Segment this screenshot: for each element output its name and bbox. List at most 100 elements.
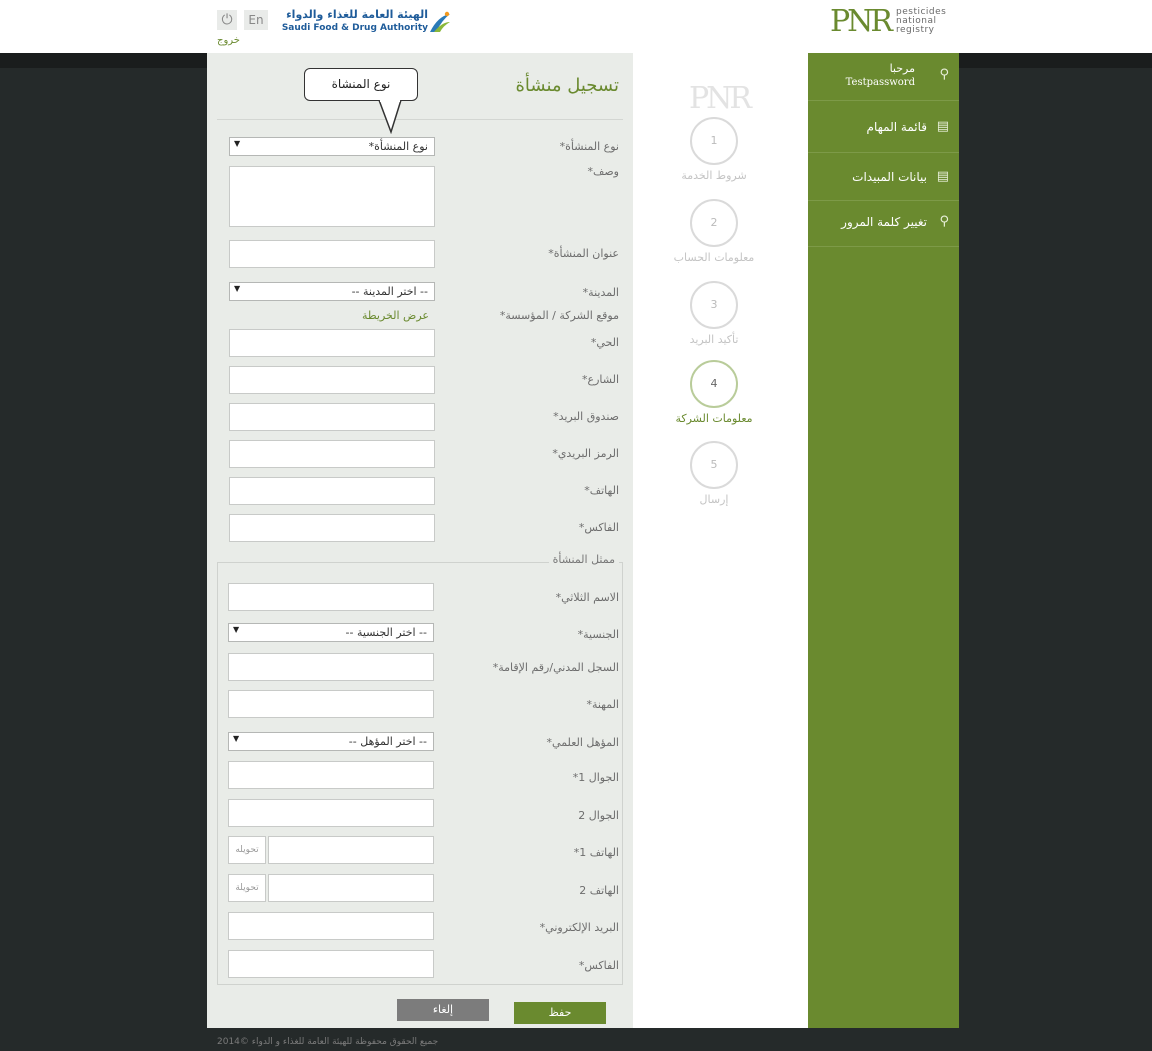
key-icon: ⚲ xyxy=(939,67,949,82)
list-icon: ▤ xyxy=(936,119,949,134)
page-title: تسجيل منشأة xyxy=(515,75,619,96)
facility-type-label: نوع المنشأة* xyxy=(559,140,619,153)
chevron-down-icon: ▼ xyxy=(233,734,240,743)
rep-name-input[interactable] xyxy=(228,583,434,611)
city-value: -- اختر المدينة -- xyxy=(351,285,428,298)
step-2-label: معلومات الحساب xyxy=(673,251,755,264)
postal-code-label: الرمز البريدي* xyxy=(552,447,619,460)
username: Testpassword xyxy=(845,77,915,88)
city-label: المدينة* xyxy=(582,286,619,299)
tooltip-pointer xyxy=(378,100,402,134)
qualification-select[interactable]: -- اختر المؤهل -- ▼ xyxy=(228,732,434,751)
fax-input[interactable] xyxy=(229,514,435,542)
occupation-label: المهنة* xyxy=(586,698,619,711)
postal-code-input[interactable] xyxy=(229,440,435,468)
mobile1-label: الجوال 1* xyxy=(572,771,619,784)
fax-label: الفاكس* xyxy=(578,521,619,534)
step-4-label: معلومات الشركة xyxy=(675,412,753,425)
po-box-label: صندوق البريد* xyxy=(553,410,619,423)
mobile2-label: الجوال 2 xyxy=(578,809,619,822)
chevron-down-icon: ▼ xyxy=(233,625,240,634)
power-icon[interactable]: ⏻ xyxy=(217,10,237,30)
tooltip: نوع المنشاة xyxy=(304,68,418,101)
rep-fax-input[interactable] xyxy=(228,950,434,978)
nationality-select[interactable]: -- اختر الجنسية -- ▼ xyxy=(228,623,434,642)
sidebar-item-label: تغيير كلمة المرور xyxy=(841,215,927,229)
sfda-mark-icon xyxy=(430,11,450,32)
city-select[interactable]: -- اختر المدينة -- ▼ xyxy=(229,282,435,301)
language-toggle[interactable]: En xyxy=(244,10,268,30)
map-link[interactable]: عرض الخريطة xyxy=(362,309,429,322)
phone2-extension-input[interactable]: تحويلة xyxy=(228,874,266,902)
phone2-input[interactable] xyxy=(268,874,434,902)
step-5-label: إرسال xyxy=(699,493,729,506)
address-label: عنوان المنشأة* xyxy=(548,247,619,260)
top-header xyxy=(0,0,1152,53)
cancel-button[interactable]: إلغاء xyxy=(397,999,489,1021)
key-icon: ⚲ xyxy=(939,214,949,229)
sfda-name-ar: الهيئة العامة للغذاء والدواء xyxy=(286,8,428,21)
step-2-circle: 2 xyxy=(690,199,738,247)
sidebar: ⚲ مرحبا Testpassword ▤ قائمة المهام ▤ بي… xyxy=(808,53,959,1028)
address-input[interactable] xyxy=(229,240,435,268)
footer-copyright: جميع الحقوق محفوظة للهيئة العامة للغذاء … xyxy=(217,1037,439,1047)
facility-type-select[interactable]: نوع المنشأة* ▼ xyxy=(229,137,435,156)
street-input[interactable] xyxy=(229,366,435,394)
po-box-input[interactable] xyxy=(229,403,435,431)
list-icon: ▤ xyxy=(936,169,949,184)
email-label: البريد الإلكتروني* xyxy=(539,921,619,934)
sidebar-item-tasks[interactable]: ▤ قائمة المهام xyxy=(808,101,959,153)
phone1-extension-input[interactable]: تحويله xyxy=(228,836,266,864)
phone2-label: الهاتف 2 xyxy=(579,884,619,897)
pnr-line-3: registry xyxy=(896,25,935,35)
sfda-name-en: Saudi Food & Drug Authority xyxy=(281,23,428,33)
location-label: موقع الشركة / المؤسسة* xyxy=(499,309,619,322)
step-4-circle: 4 xyxy=(690,360,738,408)
occupation-input[interactable] xyxy=(228,690,434,718)
logout-link[interactable]: خروج xyxy=(217,35,240,46)
street-label: الشارع* xyxy=(582,373,619,386)
step-1-label: شروط الخدمة xyxy=(681,169,747,182)
phone-input[interactable] xyxy=(229,477,435,505)
description-label: وصف* xyxy=(587,165,619,178)
pnr-letters: PNR xyxy=(830,4,893,39)
step-1-circle: 1 xyxy=(690,117,738,165)
mobile2-input[interactable] xyxy=(228,799,434,827)
sidebar-item-label: بيانات المبيدات xyxy=(852,170,927,184)
district-input[interactable] xyxy=(229,329,435,357)
pnr-wordmark: pesticides national registry xyxy=(896,8,946,35)
mobile1-input[interactable] xyxy=(228,761,434,789)
sidebar-item-pesticides[interactable]: ▤ بيانات المبيدات xyxy=(808,153,959,201)
pnr-logo: PNR pesticides national registry xyxy=(830,4,960,40)
rep-fax-label: الفاكس* xyxy=(578,959,619,972)
chevron-down-icon: ▼ xyxy=(234,284,241,293)
phone-label: الهاتف* xyxy=(584,484,619,497)
id-label: السجل المدني/رقم الإقامة* xyxy=(492,661,619,674)
phone1-label: الهاتف 1* xyxy=(573,846,619,859)
sidebar-item-change-password[interactable]: ⚲ تغيير كلمة المرور xyxy=(808,201,959,247)
step-3-label: تأكيد البريد xyxy=(689,333,739,346)
sidebar-welcome: ⚲ مرحبا Testpassword xyxy=(808,53,959,101)
registration-form-panel: تسجيل منشأة نوع المنشاة نوع المنشأة* نوع… xyxy=(207,53,633,1028)
step-3-circle: 3 xyxy=(690,281,738,329)
qualification-label: المؤهل العلمي* xyxy=(546,736,619,749)
email-input[interactable] xyxy=(228,912,434,940)
qualification-value: -- اختر المؤهل -- xyxy=(348,735,427,748)
steps-logo: PNR xyxy=(689,81,752,116)
id-input[interactable] xyxy=(228,653,434,681)
sfda-logo: الهيئة العامة للغذاء والدواء Saudi Food … xyxy=(282,8,452,38)
registration-steps: PNR 1 شروط الخدمة 2 معلومات الحساب 3 تأك… xyxy=(633,53,808,1028)
description-textarea[interactable] xyxy=(229,166,435,227)
rep-name-label: الاسم الثلاثي* xyxy=(555,591,619,604)
chevron-down-icon: ▼ xyxy=(234,139,241,148)
welcome-text: مرحبا xyxy=(889,62,915,75)
facility-type-value: نوع المنشأة* xyxy=(368,140,428,153)
nationality-label: الجنسية* xyxy=(577,628,619,641)
title-divider xyxy=(217,119,623,120)
save-button[interactable]: حفظ xyxy=(514,1002,606,1024)
nationality-value: -- اختر الجنسية -- xyxy=(345,626,427,639)
district-label: الحي* xyxy=(590,336,619,349)
step-5-circle: 5 xyxy=(690,441,738,489)
representative-legend: ممثل المنشأة xyxy=(548,553,619,566)
phone1-input[interactable] xyxy=(268,836,434,864)
